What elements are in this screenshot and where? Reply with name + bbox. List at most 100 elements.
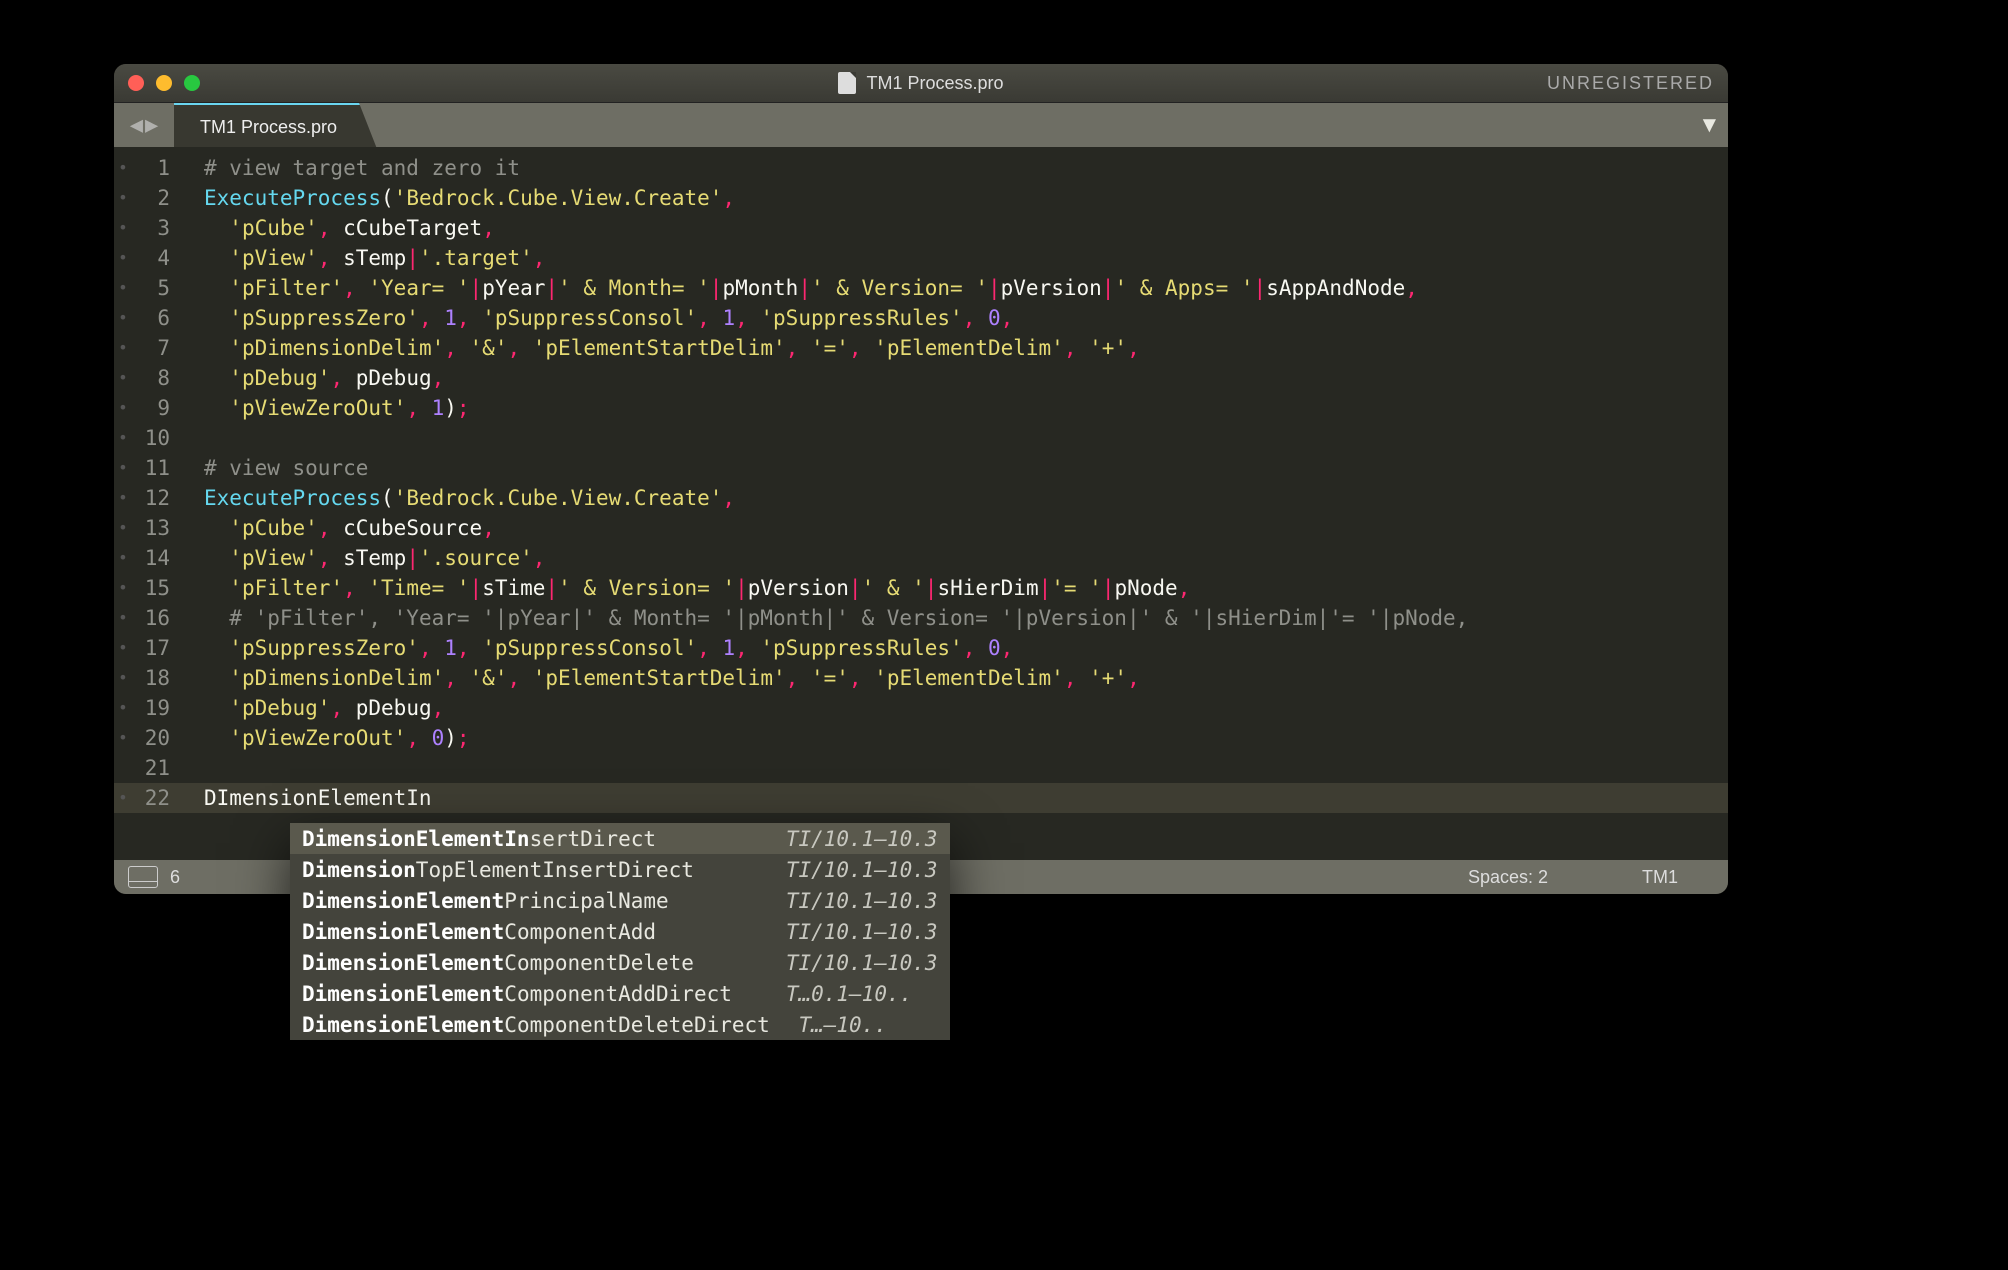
code-content[interactable]: 'pDimensionDelim', '&', 'pElementStartDe…	[178, 663, 1140, 693]
autocomplete-item-name: DimensionElementComponentDelete	[302, 951, 694, 975]
line-number: 4	[128, 243, 178, 273]
code-line[interactable]: •6 'pSuppressZero', 1, 'pSuppressConsol'…	[114, 303, 1728, 333]
close-icon[interactable]	[128, 75, 144, 91]
code-content[interactable]: 'pCube', cCubeSource,	[178, 513, 495, 543]
code-content[interactable]: 'pViewZeroOut', 1);	[178, 393, 470, 423]
code-line[interactable]: •8 'pDebug', pDebug,	[114, 363, 1728, 393]
minimize-icon[interactable]	[156, 75, 172, 91]
code-content[interactable]: # view source	[178, 453, 368, 483]
gutter-dot: •	[114, 603, 128, 633]
line-number: 19	[128, 693, 178, 723]
code-content[interactable]: 'pView', sTemp|'.source',	[178, 543, 545, 573]
autocomplete-item-name: DimensionElementComponentAddDirect	[302, 982, 732, 1006]
code-line[interactable]: •19 'pDebug', pDebug,	[114, 693, 1728, 723]
line-number: 16	[128, 603, 178, 633]
code-line[interactable]: 21	[114, 753, 1728, 783]
autocomplete-item[interactable]: DimensionElementComponentAdd TI/10.1–10.…	[290, 916, 950, 947]
code-content[interactable]: 'pViewZeroOut', 0);	[178, 723, 470, 753]
tab-active[interactable]: TM1 Process.pro	[174, 103, 377, 149]
code-content[interactable]: ExecuteProcess('Bedrock.Cube.View.Create…	[178, 483, 735, 513]
code-content[interactable]: 'pDimensionDelim', '&', 'pElementStartDe…	[178, 333, 1140, 363]
autocomplete-item[interactable]: DimensionElementComponentAddDirect T…0.1…	[290, 978, 950, 1009]
code-line[interactable]: •15 'pFilter', 'Time= '|sTime|' & Versio…	[114, 573, 1728, 603]
gutter-dot: •	[114, 573, 128, 603]
gutter-dot: •	[114, 243, 128, 273]
code-line[interactable]: •16 # 'pFilter', 'Year= '|pYear|' & Mont…	[114, 603, 1728, 633]
code-line[interactable]: •22DImensionElementIn	[114, 783, 1728, 813]
autocomplete-item[interactable]: DimensionElementPrincipalName TI/10.1–10…	[290, 885, 950, 916]
line-number: 21	[128, 753, 178, 783]
code-line[interactable]: •20 'pViewZeroOut', 0);	[114, 723, 1728, 753]
autocomplete-item-name: DimensionElementComponentDeleteDirect	[302, 1013, 770, 1037]
line-number: 13	[128, 513, 178, 543]
code-line[interactable]: •14 'pView', sTemp|'.source',	[114, 543, 1728, 573]
autocomplete-item-category: TI/10.1–10.3	[786, 827, 938, 851]
code-line[interactable]: •9 'pViewZeroOut', 1);	[114, 393, 1728, 423]
nav-back-icon[interactable]: ◀	[130, 113, 143, 138]
panel-icon[interactable]	[128, 866, 158, 888]
code-line[interactable]: •2ExecuteProcess('Bedrock.Cube.View.Crea…	[114, 183, 1728, 213]
gutter-dot: •	[114, 303, 128, 333]
line-number: 20	[128, 723, 178, 753]
gutter-dot: •	[114, 183, 128, 213]
code-content[interactable]: 'pCube', cCubeTarget,	[178, 213, 495, 243]
autocomplete-item-name: DimensionTopElementInsertDirect	[302, 858, 694, 882]
autocomplete-item-name: DimensionElementComponentAdd	[302, 920, 656, 944]
code-content[interactable]: ExecuteProcess('Bedrock.Cube.View.Create…	[178, 183, 735, 213]
code-lines[interactable]: •1# view target and zero it•2ExecuteProc…	[114, 153, 1728, 813]
code-content[interactable]: 'pSuppressZero', 1, 'pSuppressConsol', 1…	[178, 303, 1013, 333]
gutter-dot	[114, 753, 128, 783]
autocomplete-item[interactable]: DimensionElementInsertDirect TI/10.1–10.…	[290, 823, 950, 854]
code-line[interactable]: •5 'pFilter', 'Year= '|pYear|' & Month= …	[114, 273, 1728, 303]
code-line[interactable]: •3 'pCube', cCubeTarget,	[114, 213, 1728, 243]
line-number: 14	[128, 543, 178, 573]
status-left-number: 6	[170, 867, 180, 888]
code-content[interactable]: # view target and zero it	[178, 153, 520, 183]
code-content[interactable]: DImensionElementIn	[178, 783, 432, 813]
gutter-dot: •	[114, 363, 128, 393]
status-language[interactable]: TM1	[1642, 867, 1678, 888]
code-content[interactable]: 'pFilter', 'Time= '|sTime|' & Version= '…	[178, 573, 1190, 603]
code-content[interactable]: 'pView', sTemp|'.target',	[178, 243, 545, 273]
editor-area[interactable]: •1# view target and zero it•2ExecuteProc…	[114, 147, 1728, 860]
code-content[interactable]: # 'pFilter', 'Year= '|pYear|' & Month= '…	[178, 603, 1468, 633]
code-content[interactable]: 'pFilter', 'Year= '|pYear|' & Month= '|p…	[178, 273, 1418, 303]
line-number: 10	[128, 423, 178, 453]
editor-window: TM1 Process.pro UNREGISTERED ◀ ▶ TM1 Pro…	[114, 64, 1728, 894]
autocomplete-item-category: TI/10.1–10.3	[786, 858, 938, 882]
line-number: 17	[128, 633, 178, 663]
code-line[interactable]: •10	[114, 423, 1728, 453]
zoom-icon[interactable]	[184, 75, 200, 91]
line-number: 8	[128, 363, 178, 393]
line-number: 9	[128, 393, 178, 423]
code-line[interactable]: •11# view source	[114, 453, 1728, 483]
autocomplete-item-category: T…0.1–10..	[786, 982, 912, 1006]
code-content[interactable]: 'pDebug', pDebug,	[178, 693, 444, 723]
traffic-lights	[128, 75, 200, 91]
nav-forward-icon[interactable]: ▶	[145, 113, 158, 138]
gutter-dot: •	[114, 513, 128, 543]
status-spaces[interactable]: Spaces: 2	[1468, 867, 1548, 888]
autocomplete-item[interactable]: DimensionElementComponentDelete TI/10.1–…	[290, 947, 950, 978]
autocomplete-popup[interactable]: DimensionElementInsertDirect TI/10.1–10.…	[290, 823, 950, 1040]
gutter-dot: •	[114, 213, 128, 243]
code-line[interactable]: •12ExecuteProcess('Bedrock.Cube.View.Cre…	[114, 483, 1728, 513]
gutter-dot: •	[114, 393, 128, 423]
gutter-dot: •	[114, 693, 128, 723]
code-line[interactable]: •13 'pCube', cCubeSource,	[114, 513, 1728, 543]
code-line[interactable]: •7 'pDimensionDelim', '&', 'pElementStar…	[114, 333, 1728, 363]
tab-label: TM1 Process.pro	[200, 117, 337, 138]
line-number: 18	[128, 663, 178, 693]
autocomplete-item[interactable]: DimensionElementComponentDeleteDirect T……	[290, 1009, 950, 1040]
code-content[interactable]: 'pDebug', pDebug,	[178, 363, 444, 393]
tab-dropdown-icon[interactable]: ▼	[1703, 113, 1716, 138]
code-line[interactable]: •17 'pSuppressZero', 1, 'pSuppressConsol…	[114, 633, 1728, 663]
autocomplete-item-category: TI/10.1–10.3	[786, 889, 938, 913]
code-content[interactable]: 'pSuppressZero', 1, 'pSuppressConsol', 1…	[178, 633, 1013, 663]
autocomplete-item[interactable]: DimensionTopElementInsertDirect TI/10.1–…	[290, 854, 950, 885]
code-line[interactable]: •4 'pView', sTemp|'.target',	[114, 243, 1728, 273]
tabbar: ◀ ▶ TM1 Process.pro ▼	[114, 103, 1728, 147]
code-line[interactable]: •18 'pDimensionDelim', '&', 'pElementSta…	[114, 663, 1728, 693]
nav-arrows[interactable]: ◀ ▶	[114, 103, 174, 147]
code-line[interactable]: •1# view target and zero it	[114, 153, 1728, 183]
